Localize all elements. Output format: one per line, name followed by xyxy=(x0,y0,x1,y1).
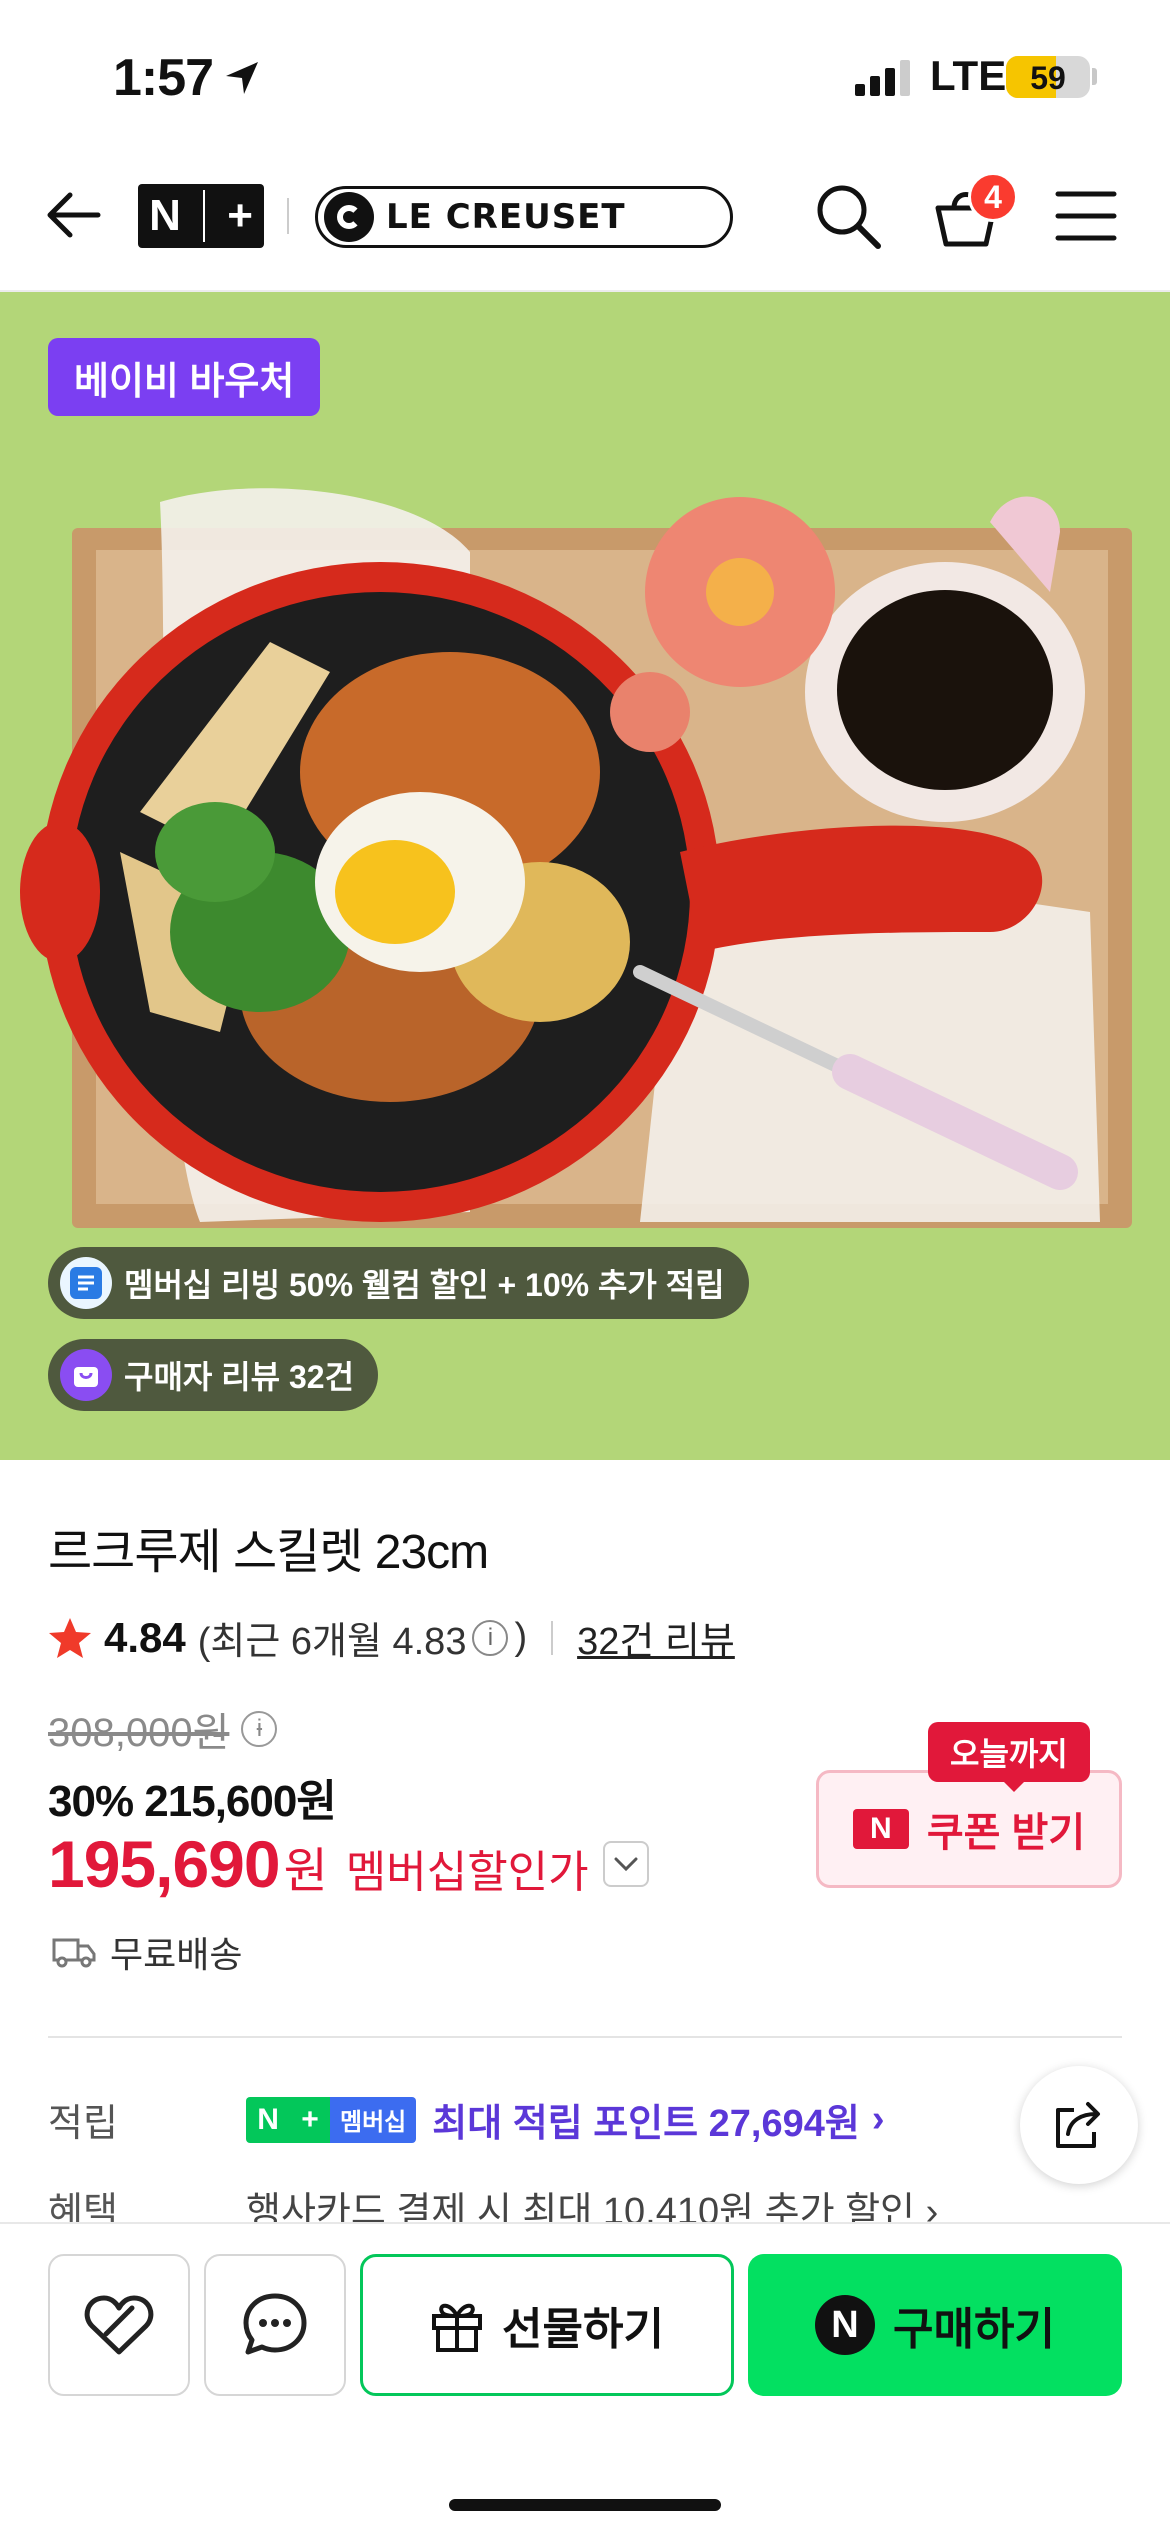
recent-rating: (최근 6개월 4.83 xyxy=(197,1621,467,1663)
back-arrow-icon[interactable] xyxy=(42,183,106,247)
menu-icon[interactable] xyxy=(1054,184,1118,248)
product-title: 르크루제 스킬렛 23cm xyxy=(48,1526,489,1579)
location-arrow-icon xyxy=(226,62,258,94)
status-time: 1:57 xyxy=(113,49,214,107)
coupon-button[interactable]: N 쿠폰 받기 xyxy=(816,1770,1122,1888)
naver-plus-membership-badge: N + 멤버십 xyxy=(246,2096,417,2143)
share-button[interactable] xyxy=(1020,2066,1138,2184)
battery-tip xyxy=(1092,68,1097,85)
home-indicator xyxy=(449,2499,721,2511)
chevron-down-icon[interactable] xyxy=(602,1841,649,1887)
member-price-row: 195,690 원 멤버십할인가 xyxy=(48,1826,649,1902)
header-divider xyxy=(287,198,289,234)
buy-button[interactable]: N 구매하기 xyxy=(748,2254,1122,2396)
original-price: 308,000원 i xyxy=(48,1700,278,1758)
wishlist-button[interactable] xyxy=(48,2254,190,2396)
benefit-row[interactable]: 혜택 행사카드 결제 시 최대 10,410원 추가 할인 › xyxy=(48,2192,938,2222)
rating-score: 4.84 xyxy=(104,1613,186,1661)
max-points-value: 최대 적립 포인트 27,694원 xyxy=(432,2103,860,2145)
coupon-deadline-tag: 오늘까지 xyxy=(928,1722,1090,1782)
buyer-reviews-pill[interactable]: 구매자 리뷰 32건 xyxy=(48,1339,379,1411)
original-price-value: 308,000원 xyxy=(48,1711,230,1755)
buy-label: 구매하기 xyxy=(893,2305,1055,2354)
star-icon xyxy=(49,1617,91,1658)
naver-pay-icon: N xyxy=(815,2295,876,2355)
signal-icon xyxy=(855,60,910,96)
gift-icon xyxy=(432,2303,483,2352)
chat-icon xyxy=(243,2293,307,2355)
member-price-currency: 원 xyxy=(283,1845,328,1898)
recent-rating-close: ) xyxy=(514,1616,528,1658)
coupon-tag-tail xyxy=(1002,1780,1026,1792)
membership-badge-text: 멤버십 xyxy=(330,2096,417,2143)
membership-promo-text: 멤버십 리빙 50% 웰컴 할인 + 10% 추가 적립 xyxy=(124,1267,725,1303)
buyer-reviews-text: 구매자 리뷰 32건 xyxy=(124,1359,355,1395)
points-label: 적립 xyxy=(48,2103,118,2145)
gift-button[interactable]: 선물하기 xyxy=(360,2254,734,2396)
chevron-right-icon: › xyxy=(871,2098,885,2140)
membership-icon xyxy=(60,1257,112,1309)
bottom-action-bar: 선물하기 N 구매하기 xyxy=(0,2222,1170,2532)
card-benefit-text: 행사카드 결제 시 최대 10,410원 추가 할인 › xyxy=(246,2192,939,2222)
naver-plus-store-logo[interactable]: N + xyxy=(138,184,264,248)
rating-row: 4.84 (최근 6개월 4.83 i ) 32건 리뷰 xyxy=(48,1610,735,1665)
top-navigation: N + LE CREUSET 4 xyxy=(0,150,1170,292)
product-hero-image[interactable]: 베이비 바우처 멤버십 리빙 50% 웰컴 할인 + 10% 추가 적립 구매자… xyxy=(0,292,1170,1460)
review-count-link[interactable]: 32건 리뷰 xyxy=(577,1610,735,1665)
benefit-label: 혜택 xyxy=(48,2192,118,2222)
shopping-bag-icon xyxy=(60,1349,112,1401)
status-bar: 1:57 LTE 59 xyxy=(0,0,1170,150)
cart-count-badge: 4 xyxy=(968,172,1018,222)
shipping-text: 무료배송 xyxy=(110,1934,243,1975)
brand-name: LE CREUSET xyxy=(386,197,626,237)
naver-n-icon: N xyxy=(852,1809,909,1849)
discount-price: 30% 215,600원 xyxy=(48,1777,337,1826)
battery-level: 59 xyxy=(1030,60,1066,96)
truck-icon xyxy=(52,1938,96,1968)
membership-promo-pill[interactable]: 멤버십 리빙 50% 웰컴 할인 + 10% 추가 적립 xyxy=(48,1247,749,1319)
member-price-label: 멤버십할인가 xyxy=(345,1848,589,1897)
heart-icon xyxy=(84,2295,154,2355)
section-divider xyxy=(48,2036,1122,2038)
points-row[interactable]: 적립 N + 멤버십 최대 적립 포인트 27,694원 › xyxy=(48,2092,885,2147)
brand-mark-icon xyxy=(324,192,374,242)
brand-logo[interactable]: LE CREUSET xyxy=(315,186,733,248)
member-price-value: 195,690 xyxy=(48,1827,281,1901)
rating-divider xyxy=(551,1620,554,1655)
talk-talk-button[interactable] xyxy=(204,2254,346,2396)
shipping-row: 무료배송 xyxy=(52,1926,242,1978)
network-type: LTE xyxy=(930,52,1007,99)
gift-label: 선물하기 xyxy=(502,2305,664,2354)
info-icon[interactable]: i xyxy=(472,1619,509,1656)
price-info-icon[interactable]: i xyxy=(241,1711,278,1747)
share-icon xyxy=(1056,2102,1100,2148)
coupon-label: 쿠폰 받기 xyxy=(926,1811,1086,1855)
baby-voucher-badge: 베이비 바우처 xyxy=(48,338,321,416)
battery-indicator: 59 xyxy=(1006,56,1090,98)
search-icon[interactable] xyxy=(812,180,884,252)
